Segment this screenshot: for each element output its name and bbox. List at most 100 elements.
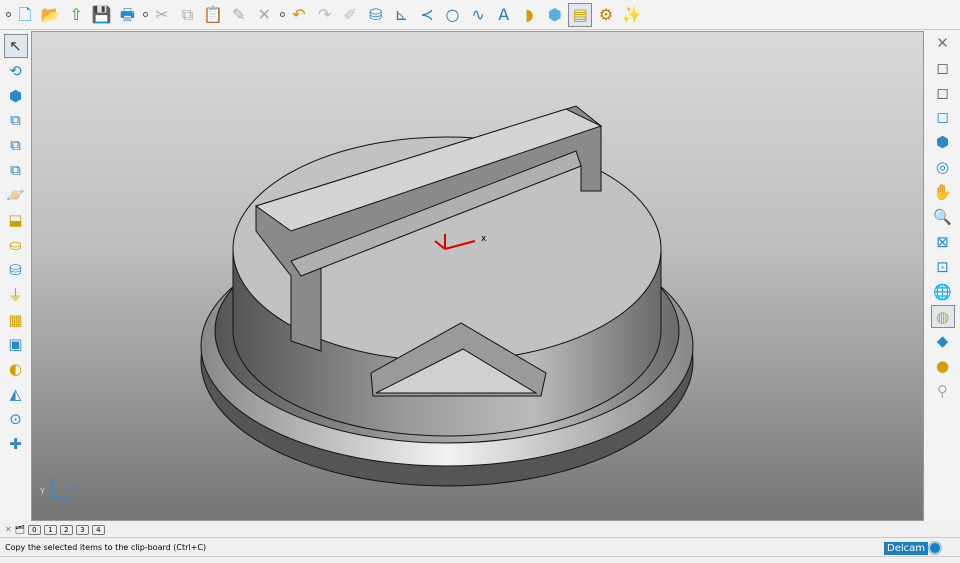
level-button-1[interactable]: 1 [43, 524, 57, 535]
orbit-button[interactable]: 🪐 [4, 183, 28, 207]
zoom-fit-button[interactable]: ⊠ [931, 230, 955, 254]
cube-select-button[interactable]: ⬢ [4, 84, 28, 108]
zoom-box-icon: ⊡ [936, 257, 949, 276]
rotate-view-button[interactable]: ⟲ [4, 59, 28, 83]
view-iso-button[interactable]: ⬢ [931, 131, 955, 155]
sweep-button[interactable]: ◭ [4, 382, 28, 406]
select-cursor-button[interactable]: ↖ [3, 34, 28, 58]
gears-icon: ⚙ [598, 4, 614, 24]
boolean-add-button[interactable]: ⧉ [4, 109, 28, 133]
shell-button[interactable]: ▦ [4, 308, 28, 332]
close-icon: ✕ [936, 33, 949, 52]
fillet-button[interactable]: ◐ [4, 358, 28, 382]
main-toolbar: 🗋 📂 ⇧ 💾 🖶 ✂ ⧉ 📋 ✎ ✕ ↶ ↷ ✐ ⛁ ⊾ ≺ ○ ∿ A ◗ ⬢ ▤ ⚙ ✨ [0, 0, 960, 30]
model-render [200, 105, 694, 487]
boolean-intersect-button[interactable]: ⧉ [4, 158, 28, 182]
gears-button[interactable]: ⚙ [594, 3, 618, 27]
zoom-icon: 🔍 [933, 208, 952, 227]
level-button-0[interactable]: 0 [27, 524, 41, 535]
triad-x-label: X [70, 485, 76, 494]
paste-button[interactable]: 📋 [201, 3, 225, 27]
import-button[interactable]: ⇧ [64, 3, 88, 27]
sweep-icon: ◭ [9, 385, 22, 404]
boolean-add-icon: ⧉ [10, 111, 21, 130]
zoom-box-button[interactable]: ⊡ [931, 255, 955, 279]
new-file-button[interactable]: 🗋 [13, 3, 37, 27]
3d-viewport[interactable]: x Y X [31, 31, 924, 521]
view-side-button[interactable]: ◻ [931, 81, 955, 105]
pin-button[interactable]: ⊙ [4, 407, 28, 431]
cylinder-button[interactable]: ⛀ [4, 233, 28, 257]
view-top-button[interactable]: ◻ [931, 106, 955, 130]
feature-button[interactable]: ▤ [568, 2, 593, 27]
zoom-button[interactable]: 🔍 [931, 205, 955, 229]
open-folder-button[interactable]: 📂 [39, 3, 63, 27]
level-bar: ✕ 🗂 01234 [0, 522, 960, 538]
copy-icon: ⧉ [181, 4, 194, 24]
delcam-logo[interactable]: Delcam [884, 540, 942, 556]
status-bar: Copy the selected items to the clip-boar… [0, 539, 960, 557]
lighting-button[interactable]: ● [931, 355, 955, 379]
view-triad: Y X [40, 477, 80, 507]
shell-icon: ▦ [8, 310, 23, 329]
extrude-icon: ⬓ [8, 211, 23, 230]
rotate-view-icon: ⟲ [9, 61, 22, 80]
extrude-button[interactable]: ⬓ [4, 208, 28, 232]
toolbar-separator [142, 12, 148, 17]
close-icon[interactable]: ✕ [5, 525, 12, 534]
surface-icon: ⛁ [369, 4, 383, 24]
box-button[interactable]: ▣ [4, 333, 28, 357]
workplane-button[interactable]: ⊾ [389, 3, 413, 27]
sketch-icon: ✐ [343, 4, 357, 24]
edit-button[interactable]: ✎ [227, 3, 251, 27]
axis-x-label: x [481, 234, 487, 244]
boolean-intersect-icon: ⧉ [10, 161, 21, 180]
delete-icon: ✕ [257, 4, 272, 24]
close-button[interactable]: ✕ [931, 31, 955, 55]
delete-button[interactable]: ✕ [252, 3, 276, 27]
wizard-button[interactable]: ✨ [620, 3, 644, 27]
shaded-button[interactable]: ◍ [930, 304, 955, 329]
cut-button[interactable]: ✂ [150, 3, 174, 27]
draft-button[interactable]: ⏚ [4, 283, 28, 307]
fillet-icon: ◐ [8, 360, 23, 379]
wireframe-icon: 🌐 [933, 282, 952, 301]
redo-button[interactable]: ↷ [313, 3, 337, 27]
level-button-3[interactable]: 3 [75, 524, 89, 535]
print-icon: 🖶 [119, 4, 135, 24]
workplane-icon: ⊾ [394, 4, 409, 24]
level-button-4[interactable]: 4 [91, 524, 105, 535]
solid-button[interactable]: ⬢ [543, 3, 567, 27]
measure-button[interactable]: ✚ [4, 432, 28, 456]
material-button[interactable]: ⚲ [931, 379, 955, 403]
boolean-subtract-button[interactable]: ⧉ [4, 134, 28, 158]
curve-button[interactable]: ∿ [466, 3, 490, 27]
pan-button[interactable]: ✋ [931, 180, 955, 204]
surface-patch-button[interactable]: ◗ [517, 3, 541, 27]
analysis-icon: ◆ [936, 332, 949, 351]
undo-button[interactable]: ↶ [287, 3, 311, 27]
surface-button[interactable]: ⛁ [364, 3, 388, 27]
view-toolbar: ✕ ◻ ◻ ◻ ⬢ ◎ ✋ 🔍 ⊠ ⊡ 🌐 ◍ ◆ ● ⚲ [925, 31, 960, 521]
view-front-button[interactable]: ◻ [931, 56, 955, 80]
wireframe-button[interactable]: 🌐 [931, 280, 955, 304]
circle-button[interactable]: ○ [441, 3, 465, 27]
text-button[interactable]: A [492, 3, 516, 27]
save-button[interactable]: 💾 [90, 3, 114, 27]
line-button[interactable]: ≺ [415, 3, 439, 27]
copy-button[interactable]: ⧉ [176, 3, 200, 27]
print-button[interactable]: 🖶 [115, 3, 139, 27]
level-button-2[interactable]: 2 [59, 524, 73, 535]
edit-icon: ✎ [232, 4, 246, 24]
camera-button[interactable]: ◎ [931, 155, 955, 179]
circle-icon: ○ [445, 4, 460, 24]
boolean-subtract-icon: ⧉ [10, 136, 21, 155]
curve-icon: ∿ [471, 4, 485, 24]
analysis-button[interactable]: ◆ [931, 330, 955, 354]
levels-icon[interactable]: 🗂 [15, 525, 25, 534]
sketch-button[interactable]: ✐ [338, 3, 362, 27]
left-toolbar: ↖ ⟲ ⬢ ⧉ ⧉ ⧉ 🪐 ⬓ ⛀ ⛁ ⏚ ▦ ▣ ◐ ◭ ⊙ ✚ [0, 31, 31, 521]
solid-icon: ⬢ [547, 4, 562, 24]
cut-icon: ✂ [155, 4, 169, 24]
revolve-button[interactable]: ⛁ [4, 258, 28, 282]
